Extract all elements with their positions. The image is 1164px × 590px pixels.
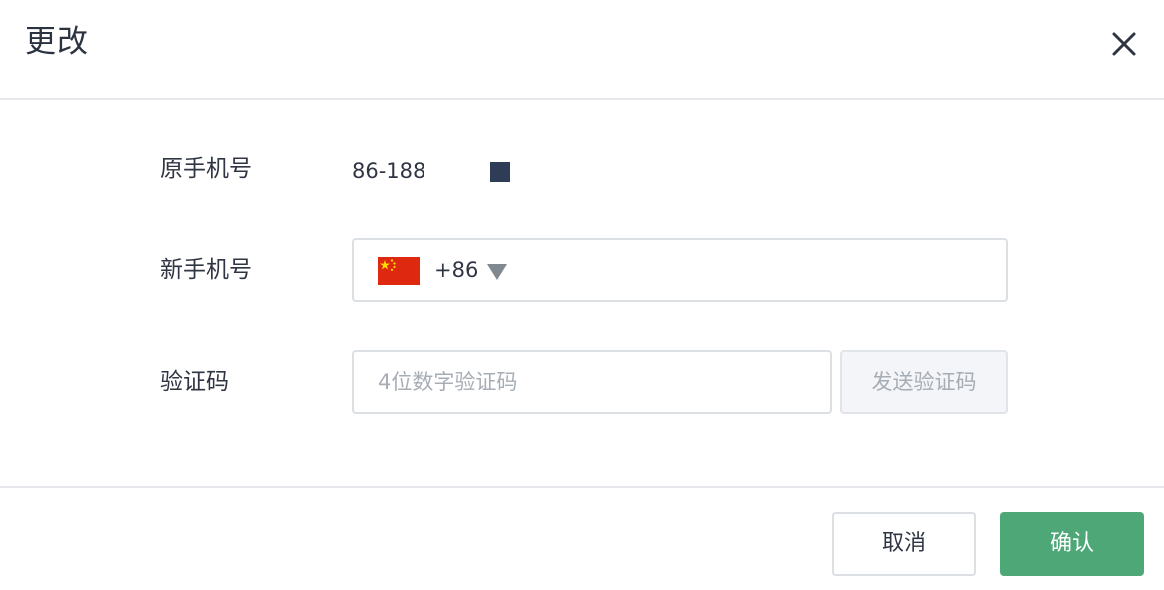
dialog-title: 更改 xyxy=(25,24,89,60)
close-icon xyxy=(1112,32,1136,56)
verification-code-label: 验证码 xyxy=(160,369,229,395)
masked-digits-block xyxy=(490,162,510,182)
dialog-header: 更改 xyxy=(0,0,1164,100)
verification-code-input[interactable] xyxy=(352,350,832,414)
confirm-button[interactable]: 确认 xyxy=(1000,512,1144,576)
cancel-button[interactable]: 取消 xyxy=(832,512,976,576)
country-code-selector[interactable]: +86 xyxy=(434,256,478,284)
close-button[interactable] xyxy=(1104,24,1144,64)
china-flag-icon[interactable] xyxy=(378,257,420,285)
new-phone-field[interactable]: +86 xyxy=(352,238,1008,302)
footer-divider xyxy=(0,486,1164,488)
new-phone-label: 新手机号 xyxy=(160,257,252,283)
old-phone-value: 86-188 xyxy=(352,159,424,183)
new-phone-input[interactable] xyxy=(522,250,996,292)
caret-down-icon[interactable] xyxy=(486,263,508,281)
old-phone-label: 原手机号 xyxy=(160,156,252,182)
send-code-button[interactable]: 发送验证码 xyxy=(840,350,1008,414)
change-phone-dialog: 更改 原手机号 86-188 新手机号 +86 验证码 发送验证码 取消 确认 xyxy=(0,0,1164,590)
